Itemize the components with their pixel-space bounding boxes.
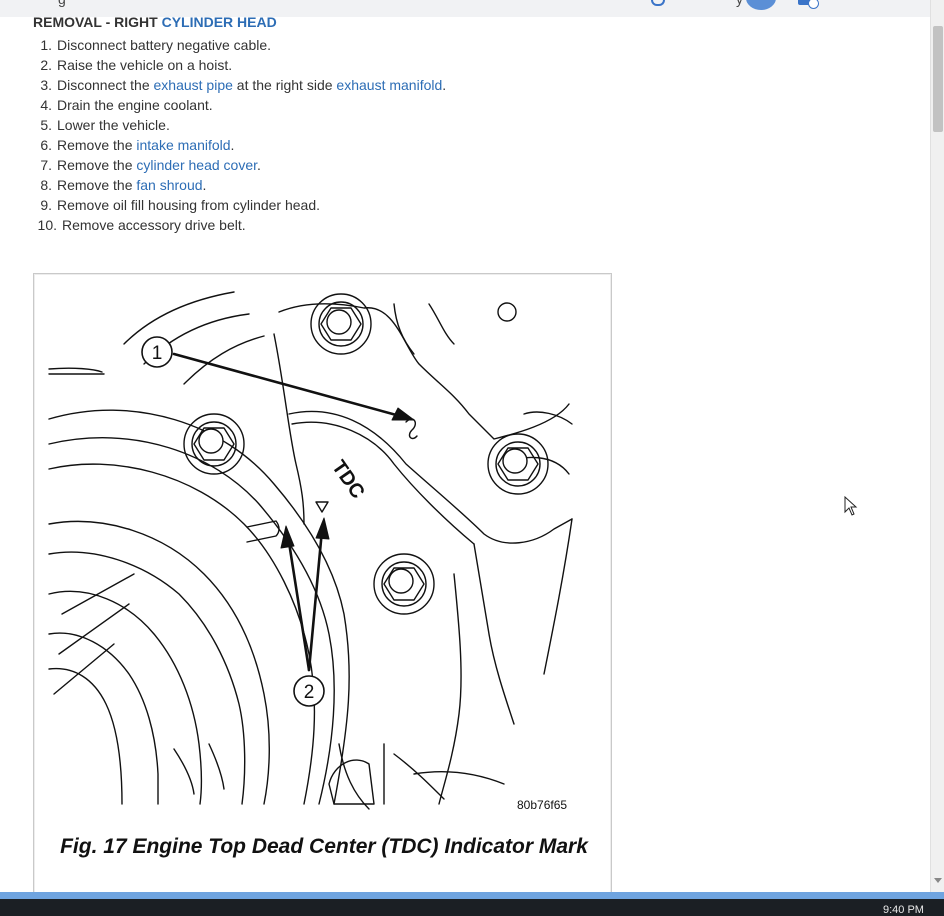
bolt-lower (373, 553, 435, 615)
window-bottom-border (0, 892, 944, 899)
step-number: 9. (40, 197, 52, 213)
bolt-right (487, 433, 549, 495)
step-number: 8. (40, 177, 52, 193)
step-item: 4. Drain the engine coolant. (33, 95, 446, 115)
step-text: . (442, 77, 447, 93)
step-number: 5. (40, 117, 52, 133)
bolt-top (310, 293, 372, 355)
step-item: 10. Remove accessory drive belt. (33, 215, 446, 235)
callout-label-1: 1 (152, 343, 163, 364)
step-item: 9. Remove oil fill housing from cylinder … (33, 195, 446, 215)
step-item: 3. Disconnect the exhaust pipe at the rig… (33, 75, 446, 95)
step-number: 1. (40, 37, 52, 53)
step-item: 7. Remove the cylinder head cover. (33, 155, 446, 175)
step-text: Remove oil fill housing from cylinder he… (57, 197, 321, 213)
taskbar: 9:40 PM (0, 899, 944, 916)
step-text: . (230, 137, 235, 153)
scroll-thumb[interactable] (933, 26, 943, 132)
tdc-triangle (315, 501, 329, 513)
step-text: . (202, 177, 207, 193)
document-content: REMOVAL - RIGHT CYLINDER HEAD 1. Disconne… (0, 14, 930, 900)
step-link[interactable]: cylinder head cover (136, 157, 257, 173)
heading-prefix: REMOVAL - RIGHT (33, 14, 162, 30)
step-number: 4. (40, 97, 52, 113)
step-text: Remove the (57, 137, 137, 153)
bolt-left (183, 413, 245, 475)
step-link[interactable]: fan shroud (136, 177, 202, 193)
plug-hole (497, 302, 517, 322)
step-item: 5. Lower the vehicle. (33, 115, 446, 135)
comment-icon[interactable] (651, 0, 665, 6)
hook-mark (405, 418, 418, 440)
mouse-cursor-icon (844, 496, 858, 516)
removal-steps-list: 1. Disconnect battery negative cable. 2. Ra… (33, 35, 447, 235)
avatar[interactable] (746, 0, 776, 10)
scroll-down-arrow-icon[interactable] (934, 878, 942, 883)
step-text: Lower the vehicle. (57, 117, 170, 133)
step-item: 6. Remove the intake manifold. (33, 135, 446, 155)
step-number: 2. (40, 57, 52, 73)
step-item: 1. Disconnect battery negative cable. (33, 35, 446, 55)
step-text: Raise the vehicle on a hoist. (57, 57, 233, 73)
tdc-label: TDC (327, 457, 369, 503)
step-text: Remove the (57, 177, 137, 193)
step-number: 6. (40, 137, 52, 153)
figure-panel: 1 2 TDC 80b76f65 Fig. 17 Engine Top Dead… (33, 273, 612, 900)
toolbar-partial-letter: y (736, 0, 743, 7)
step-text: Disconnect battery negative cable. (57, 37, 272, 53)
step-link[interactable]: exhaust manifold (336, 77, 442, 93)
edit-icon[interactable] (865, 0, 877, 5)
step-item: 2. Raise the vehicle on a hoist. (33, 55, 446, 75)
step-link[interactable]: exhaust pipe (154, 77, 233, 93)
callout-label-2: 2 (304, 682, 315, 703)
step-text: . (257, 157, 261, 173)
taskbar-clock: 9:40 PM (883, 904, 924, 916)
step-number: 7. (40, 157, 52, 173)
step-number: 3. (40, 77, 52, 93)
step-text: Disconnect the (57, 77, 154, 93)
add-icon[interactable] (798, 0, 819, 9)
step-text: Drain the engine coolant. (57, 97, 213, 113)
cylinder-head-link[interactable]: CYLINDER HEAD (162, 14, 277, 30)
figure-code: 80b76f65 (517, 798, 568, 812)
step-number: 10. (37, 217, 57, 233)
step-link[interactable]: intake manifold (136, 137, 230, 153)
step-text: at the right side (232, 77, 337, 93)
step-text: Remove accessory drive belt. (62, 217, 246, 233)
figure-caption: Fig. 17 Engine Top Dead Center (TDC) Ind… (60, 835, 588, 858)
step-item: 8. Remove the fan shroud. (33, 175, 446, 195)
section-heading: REMOVAL - RIGHT CYLINDER HEAD (33, 14, 277, 30)
toolbar-partial-title: g (58, 0, 66, 7)
vertical-scrollbar[interactable] (930, 0, 944, 892)
step-text: Remove the (57, 157, 137, 173)
